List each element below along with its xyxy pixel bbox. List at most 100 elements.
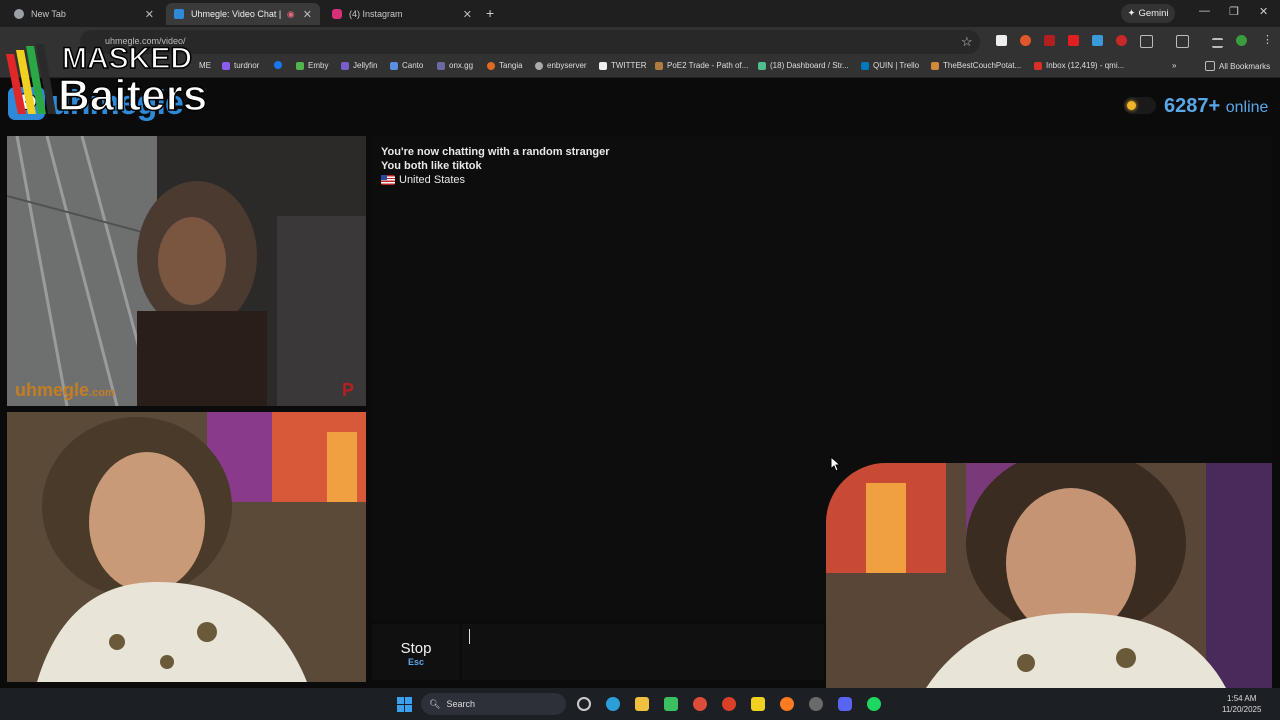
- windows-start-icon[interactable]: [397, 697, 412, 712]
- country-name: United States: [399, 174, 466, 186]
- bookmark-label: Emby: [308, 61, 329, 70]
- extension-badge-icon[interactable]: [1044, 35, 1055, 46]
- facebook-icon: [274, 61, 282, 69]
- bookmark-item[interactable]: [274, 61, 282, 69]
- bookmark-item[interactable]: Inbox (12,419) - qmi...: [1034, 61, 1124, 70]
- tab-label: Uhmegle: Video Chat | Ran: [191, 9, 281, 19]
- youtube-icon[interactable]: [1068, 35, 1079, 46]
- bookmark-star-icon[interactable]: ☆: [961, 34, 973, 50]
- chat-message-input[interactable]: [462, 624, 824, 680]
- extension-fox-icon[interactable]: [1020, 35, 1031, 46]
- x-icon: [599, 61, 607, 70]
- dashboard-icon: [758, 61, 766, 70]
- watermark-text: uhmegle: [15, 380, 90, 400]
- extensions-puzzle-icon[interactable]: [1140, 35, 1153, 48]
- uhmegle-favicon: [174, 9, 184, 19]
- onx-icon: [437, 61, 445, 70]
- bookmark-item[interactable]: PoE2 Trade - Path of...: [655, 61, 748, 70]
- chrome-icon: [14, 9, 24, 19]
- clock-time: 1:54 AM: [1227, 694, 1257, 703]
- new-tab-button[interactable]: +: [486, 5, 494, 21]
- bookmark-label: PoE2 Trade - Path of...: [667, 61, 749, 70]
- poe-icon: [655, 61, 663, 70]
- bookmark-label: turdnor: [234, 61, 260, 70]
- bookmark-item[interactable]: TheBestCouchPotat...: [931, 61, 1021, 70]
- stranger-video: [7, 136, 366, 406]
- firefox-icon[interactable]: [780, 697, 794, 711]
- game-app-icon[interactable]: [722, 697, 736, 711]
- bookmark-item[interactable]: onx.gg: [437, 61, 473, 70]
- obs-icon[interactable]: [809, 697, 823, 711]
- globe-icon: [535, 61, 543, 70]
- spotify-icon[interactable]: [867, 697, 881, 711]
- emby-icon: [296, 61, 304, 70]
- stranger-video-feed: [7, 136, 366, 406]
- close-tab-icon[interactable]: ✕: [145, 8, 154, 21]
- gemini-button[interactable]: ✦ Gemini: [1121, 4, 1175, 23]
- chat-interests-message: You both like tiktok: [381, 160, 482, 172]
- canto-icon: [390, 61, 398, 70]
- bookmark-label: (18) Dashboard / Str...: [770, 61, 849, 70]
- bookmark-item[interactable]: Emby: [296, 61, 328, 70]
- trello-icon: [861, 61, 869, 70]
- bookmark-item[interactable]: Canto: [390, 61, 423, 70]
- close-window-icon[interactable]: ✕: [1259, 5, 1268, 18]
- side-panel-icon[interactable]: [1176, 35, 1189, 48]
- bookmark-label: Tangia: [499, 61, 523, 70]
- extension-k-icon[interactable]: [996, 35, 1007, 46]
- all-bookmarks-label: All Bookmarks: [1219, 61, 1271, 71]
- text-caret: [469, 629, 470, 644]
- report-icon[interactable]: P: [342, 380, 354, 401]
- task-view-icon[interactable]: [577, 697, 591, 711]
- menu-icon[interactable]: ⋮: [1262, 35, 1273, 46]
- bookmark-label: Inbox (12,419) - qmi...: [1046, 61, 1125, 70]
- all-bookmarks-button[interactable]: All Bookmarks: [1205, 61, 1270, 71]
- extension-7tv-icon[interactable]: [1092, 35, 1103, 46]
- self-preview: [826, 463, 1272, 688]
- file-explorer-icon[interactable]: [635, 697, 649, 711]
- uhmegle-watermark: uhmegle.com: [15, 380, 115, 401]
- tab-new-tab[interactable]: New Tab ✕: [6, 3, 162, 25]
- close-tab-icon[interactable]: ✕: [463, 8, 472, 21]
- tab-uhmegle[interactable]: Uhmegle: Video Chat | Ran ◉ ✕: [166, 3, 320, 25]
- potato-icon: [931, 61, 939, 70]
- bookmark-item[interactable]: TWITTER: [599, 61, 647, 70]
- bookmark-label: Jellyfin: [353, 61, 378, 70]
- taskbar-search[interactable]: 🔍︎ Search: [421, 693, 566, 715]
- self-video-feed: [7, 412, 366, 682]
- sticky-notes-icon[interactable]: [751, 697, 765, 711]
- bookmark-item[interactable]: (18) Dashboard / Str...: [758, 61, 849, 70]
- mouse-cursor-icon: [830, 456, 842, 472]
- edge-icon[interactable]: [606, 697, 620, 711]
- watermark-suffix: .com: [89, 387, 115, 399]
- bookmark-item[interactable]: Tangia: [487, 61, 523, 70]
- bookmark-label: TheBestCouchPotat...: [943, 61, 1022, 70]
- tab-label: (4) Instagram: [349, 9, 403, 19]
- jellyfin-icon: [341, 61, 349, 70]
- chat-system-message: You're now chatting with a random strang…: [381, 146, 610, 158]
- bookmark-item[interactable]: Jellyfin: [341, 61, 377, 70]
- bookmark-label: QUIN | Trello: [873, 61, 920, 70]
- system-clock[interactable]: 1:54 AM 11/20/2025: [1222, 693, 1261, 715]
- profile-avatar[interactable]: [1236, 35, 1247, 46]
- media-icon[interactable]: [1212, 38, 1223, 48]
- online-label: online: [1225, 99, 1269, 116]
- bookmark-label: TWITTER: [611, 61, 647, 70]
- bookmark-item[interactable]: QUIN | Trello: [861, 61, 919, 70]
- tab-label: New Tab: [31, 9, 66, 19]
- tab-instagram[interactable]: (4) Instagram ✕: [324, 3, 480, 25]
- media-player-icon[interactable]: [664, 697, 678, 711]
- folder-icon: [1205, 61, 1215, 71]
- bookmarks-overflow-icon[interactable]: »: [1172, 61, 1176, 70]
- discord-icon[interactable]: [838, 697, 852, 711]
- self-video: [7, 412, 366, 682]
- extension-red-icon[interactable]: [1116, 35, 1127, 46]
- bookmark-label: onx.gg: [449, 61, 474, 70]
- close-tab-icon[interactable]: ✕: [303, 8, 312, 21]
- maximize-icon[interactable]: ❐: [1229, 5, 1239, 18]
- stop-button[interactable]: Stop Esc: [372, 624, 460, 680]
- bookmark-label: Canto: [402, 61, 424, 70]
- chrome-taskbar-icon[interactable]: [693, 697, 707, 711]
- bookmark-item[interactable]: enbyserver: [535, 61, 587, 70]
- minimize-icon[interactable]: —: [1199, 5, 1210, 17]
